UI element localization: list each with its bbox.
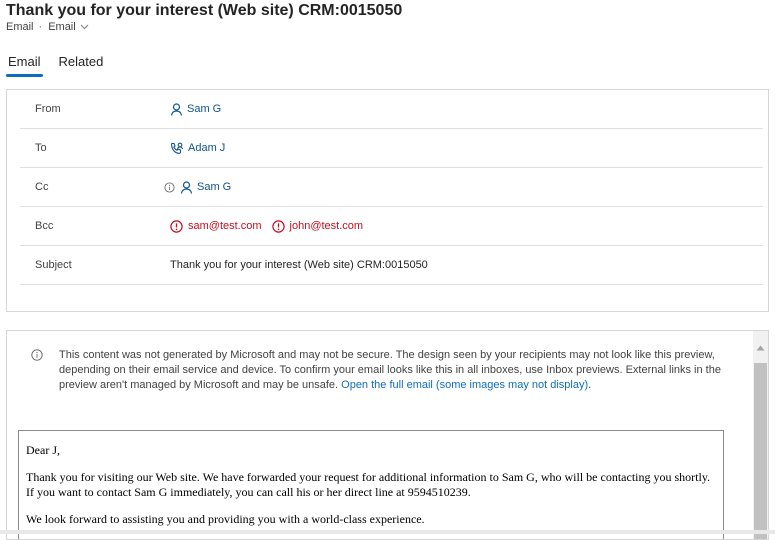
to-value: Adam J [170, 142, 233, 155]
error-icon [170, 219, 183, 233]
view-selector-label: Email [48, 21, 76, 33]
email-paragraph: Thank you for visiting our Web site. We … [26, 470, 711, 499]
subject-value[interactable]: Thank you for your interest (Web site) C… [170, 259, 428, 271]
cc-name: Sam G [197, 181, 232, 193]
page-title: Thank you for your interest (Web site) C… [6, 2, 403, 19]
cc-lookup[interactable]: Sam G [180, 180, 232, 194]
to-row: To Adam J [20, 129, 763, 168]
to-label: To [35, 142, 47, 154]
bcc-email-1: sam@test.com [188, 220, 262, 232]
subject-label: Subject [35, 259, 72, 271]
email-header-card: From Sam G To Adam J Cc Sam G Bcc sam@te… [6, 89, 769, 312]
to-lookup[interactable]: Adam J [170, 142, 225, 155]
to-name: Adam J [188, 142, 226, 154]
bcc-row: Bcc sam@test.com john@test.com [20, 207, 763, 246]
email-paragraph: We look forward to assisting you and pro… [26, 512, 425, 526]
cc-row: Cc Sam G [20, 168, 763, 207]
notice-body: This content was not generated by Micros… [59, 348, 721, 393]
from-label: From [35, 103, 61, 115]
bcc-value: sam@test.com john@test.com [170, 219, 373, 233]
tab-bar: Email Related [6, 54, 119, 77]
bcc-email-2: john@test.com [289, 220, 364, 232]
email-greeting: Dear J, [26, 443, 60, 457]
tab-related[interactable]: Related [57, 54, 106, 75]
subject-row: Subject Thank you for your interest (Web… [20, 246, 763, 285]
scroll-thumb[interactable] [754, 363, 767, 539]
bcc-label: Bcc [35, 220, 54, 232]
cc-value: Sam G [164, 180, 239, 194]
bcc-recipient[interactable]: john@test.com [271, 219, 364, 233]
person-icon [180, 180, 193, 194]
from-row: From Sam G [20, 90, 763, 129]
from-name: Sam G [187, 103, 222, 115]
email-body-panel: This content was not generated by Micros… [6, 330, 769, 540]
bcc-recipient[interactable]: sam@test.com [170, 219, 262, 233]
email-preview-frame: Dear J, Thank you for visiting our Web s… [18, 430, 724, 539]
vertical-scrollbar[interactable] [753, 331, 768, 539]
scroll-up-arrow-icon[interactable] [756, 338, 765, 356]
security-notice: This content was not generated by Micros… [31, 348, 721, 393]
status-strip [0, 530, 775, 534]
from-value: Sam G [170, 102, 229, 116]
person-icon [170, 102, 183, 116]
tab-email[interactable]: Email [6, 54, 43, 77]
notice-tail: . [588, 379, 592, 391]
cc-label: Cc [35, 181, 49, 193]
open-full-email-link[interactable]: Open the full email (some images may not… [341, 379, 588, 391]
from-lookup[interactable]: Sam G [170, 102, 222, 116]
error-icon [271, 219, 285, 233]
info-icon[interactable] [164, 181, 175, 193]
view-selector[interactable]: Email [48, 21, 89, 33]
entity-label: Email [6, 21, 34, 33]
contact-phone-icon [171, 142, 184, 154]
chevron-down-icon [80, 24, 89, 30]
separator-dot: · [38, 21, 43, 33]
info-icon [31, 349, 43, 393]
record-subtitle: Email · Email [6, 21, 89, 33]
